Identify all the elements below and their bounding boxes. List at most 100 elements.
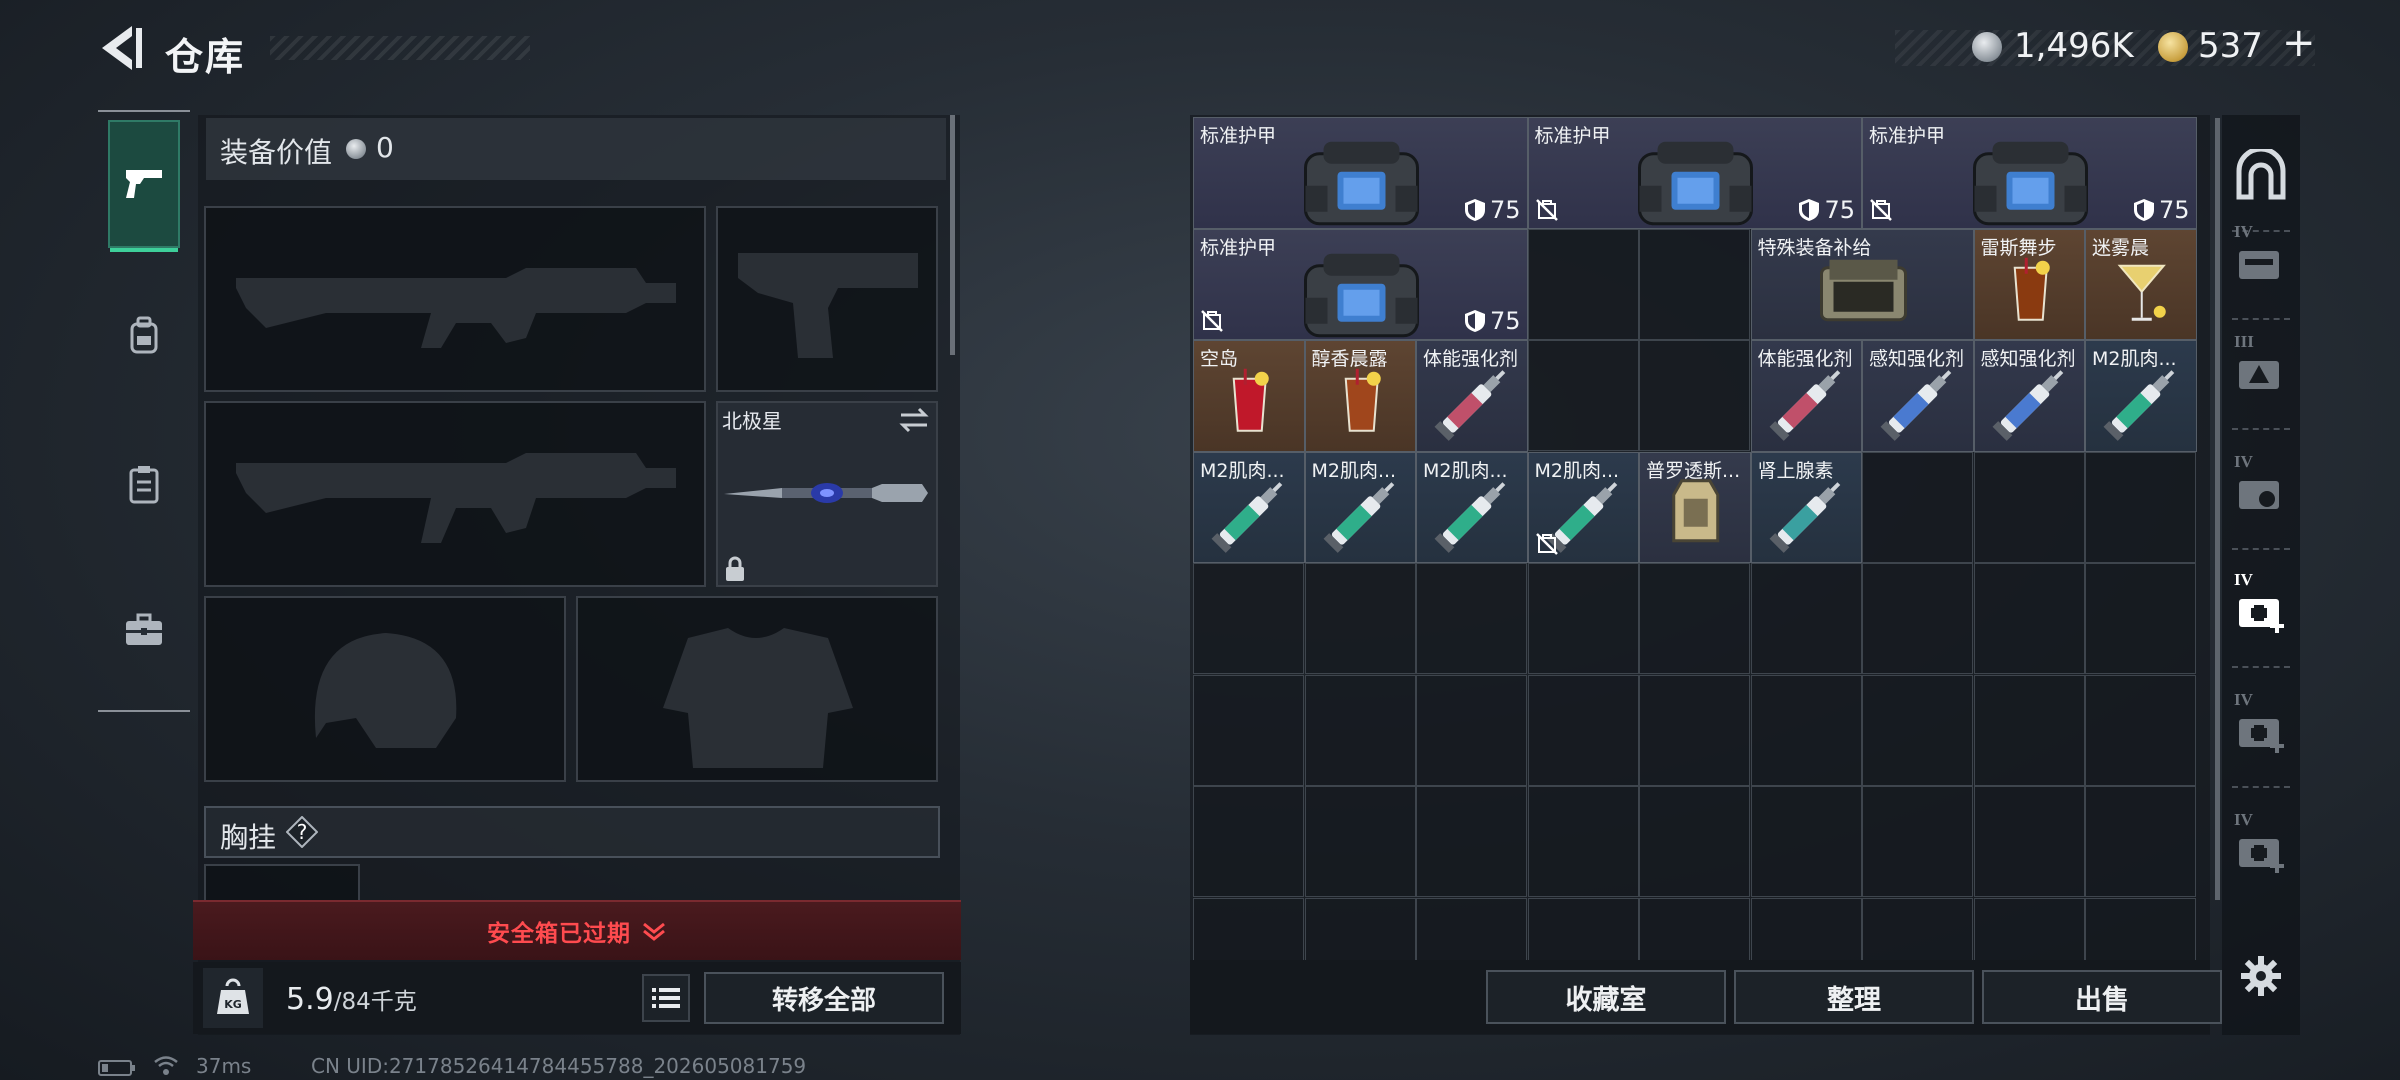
storage-cell[interactable] (1973, 674, 2085, 786)
add-gold-button[interactable]: + (2282, 20, 2316, 66)
sell-button[interactable]: 出售 (1982, 970, 2222, 1024)
storage-cell[interactable] (1193, 674, 1304, 786)
storage-cell[interactable] (1416, 674, 1527, 786)
storage-item-syringe-green[interactable]: M2肌肉... (1416, 451, 1528, 563)
storage-cell[interactable] (1862, 563, 1973, 674)
storage-cell[interactable] (1639, 340, 1750, 451)
storage-item-syringe-green[interactable]: M2肌肉... (1304, 451, 1416, 563)
primary-weapon-slot-2[interactable] (204, 401, 706, 587)
storage-item-syringe-red[interactable]: 体能强化剂 (1416, 340, 1528, 452)
storage-cell[interactable] (1416, 563, 1527, 674)
left-nav-backpack-tab[interactable] (108, 272, 180, 400)
storage-item-syringe-green[interactable]: M2肌肉... (2085, 340, 2197, 452)
storage-cell[interactable] (1973, 451, 2085, 563)
left-nav-weapon-tab[interactable] (108, 120, 180, 252)
storage-item-supply[interactable]: 特殊装备补给 (1750, 228, 1974, 340)
back-button[interactable] (96, 22, 144, 74)
item-durability-value: 75 (2158, 195, 2190, 224)
storage-cell[interactable] (1639, 786, 1750, 897)
storage-item-syringe-blue[interactable]: 感知强化剂 (1973, 340, 2085, 452)
right-nav-storage-3-tab[interactable]: III (2228, 328, 2294, 418)
right-nav-medical-4b-tab[interactable]: IV (2228, 686, 2294, 776)
storage-item-syringe-blue[interactable]: 感知强化剂 (1862, 340, 1974, 452)
right-nav-medical-4-tab[interactable]: IV (2228, 566, 2294, 656)
carry-weight-current: 5.9 (286, 982, 334, 1017)
swap-icon[interactable] (897, 406, 931, 434)
right-nav-storage-4-tab[interactable]: IV (2228, 218, 2294, 308)
storage-item-syringe-teal[interactable]: 肾上腺素 (1750, 451, 1862, 563)
storage-item-syringe-red[interactable]: 体能强化剂 (1750, 340, 1862, 452)
storage-cell[interactable] (1527, 786, 1639, 897)
storage-item-syringe-green[interactable]: M2肌肉... (1527, 451, 1639, 563)
storage-item-device[interactable]: 普罗透斯... (1639, 451, 1751, 563)
storage-cell[interactable] (1304, 674, 1416, 786)
storage-cell[interactable] (1527, 228, 1639, 340)
sort-button[interactable]: 整理 (1734, 970, 1974, 1024)
storage-cell[interactable] (2085, 674, 2196, 786)
storage-scrollbar[interactable] (2215, 118, 2220, 900)
storage-cell[interactable] (1193, 563, 1304, 674)
equipment-scrollbar[interactable] (950, 115, 955, 355)
gear-icon[interactable] (2240, 955, 2282, 997)
storage-icon (2239, 251, 2279, 279)
right-nav-medical-4c-tab[interactable]: IV (2228, 806, 2294, 896)
list-view-button[interactable] (642, 974, 690, 1022)
storage-cell[interactable] (2085, 563, 2196, 674)
helmet-slot[interactable] (204, 596, 566, 782)
title-decoration (270, 36, 530, 60)
left-nav-clipboard-tab[interactable] (108, 420, 180, 548)
item-name: 标准护甲 (1534, 125, 1611, 147)
storage-cell[interactable] (1750, 786, 1862, 897)
storage-cell[interactable] (1304, 786, 1416, 897)
storage-item-drink-martini[interactable]: 迷雾晨 (2085, 228, 2197, 340)
storage-item-armor[interactable]: 标准护甲 75 (1527, 117, 1862, 229)
item-durability: 75 (1798, 196, 1855, 224)
storage-cell[interactable] (1750, 674, 1862, 786)
storage-cell[interactable] (1862, 451, 1973, 563)
right-nav-storage-4b-tab[interactable]: IV (2228, 448, 2294, 538)
storage-cell[interactable] (1639, 563, 1750, 674)
item-durability: 75 (2133, 196, 2190, 224)
gear-box-icon (2239, 481, 2279, 509)
storage-cell[interactable] (1639, 228, 1750, 340)
item-image (1584, 118, 1807, 228)
storage-cell[interactable] (1416, 786, 1527, 897)
storage-cell[interactable] (1527, 674, 1639, 786)
collection-room-button[interactable]: 收藏室 (1486, 970, 1726, 1024)
transfer-all-button[interactable]: 转移全部 (704, 972, 944, 1024)
item-durability: 75 (1464, 307, 1521, 335)
storage-item-drink-tumbler[interactable]: 醇香晨露 (1304, 340, 1416, 452)
storage-cell[interactable] (2085, 786, 2196, 897)
storage-cell[interactable] (1639, 674, 1750, 786)
body-armor-slot[interactable] (576, 596, 938, 782)
left-nav-case-tab[interactable] (108, 566, 180, 694)
storage-item-syringe-green[interactable]: M2肌肉... (1193, 451, 1305, 563)
storage-cell[interactable] (1527, 340, 1639, 451)
storage-cell[interactable] (1304, 563, 1416, 674)
storage-cell[interactable] (1527, 563, 1639, 674)
storage-cell[interactable] (2085, 451, 2196, 563)
storage-item-armor[interactable]: 标准护甲 75 (1193, 117, 1528, 229)
primary-weapon-slot-1[interactable] (204, 206, 706, 392)
storage-item-armor[interactable]: 标准护甲 75 (1193, 228, 1528, 340)
storage-cell[interactable] (1193, 786, 1304, 897)
storage-item-drink-red[interactable]: 空岛 (1193, 340, 1305, 452)
right-nav-safehouse-tab[interactable] (2228, 130, 2294, 220)
storage-cell[interactable] (1973, 563, 2085, 674)
help-icon[interactable]: ? (285, 815, 319, 849)
storage-cell[interactable] (1862, 674, 1973, 786)
storage-cell[interactable] (1973, 786, 2085, 897)
armor-silhouette-icon (663, 628, 853, 768)
item-name: M2肌肉... (1534, 459, 1620, 482)
storage-item-drink-brown[interactable]: 雷斯舞步 (1973, 228, 2085, 340)
storage-item-armor[interactable]: 标准护甲 75 (1862, 117, 2197, 229)
shield-icon (2133, 198, 2154, 221)
storage-cell[interactable] (1750, 563, 1862, 674)
safe-box-expired-banner[interactable]: 安全箱已过期 (193, 900, 961, 960)
item-name: 肾上腺素 (1757, 459, 1834, 482)
lock-icon (724, 556, 746, 582)
storage-cell[interactable] (1862, 786, 1973, 897)
item-name: 标准护甲 (1200, 125, 1277, 147)
secondary-weapon-slot[interactable] (716, 206, 938, 392)
chest-rig-slot[interactable] (204, 864, 360, 904)
